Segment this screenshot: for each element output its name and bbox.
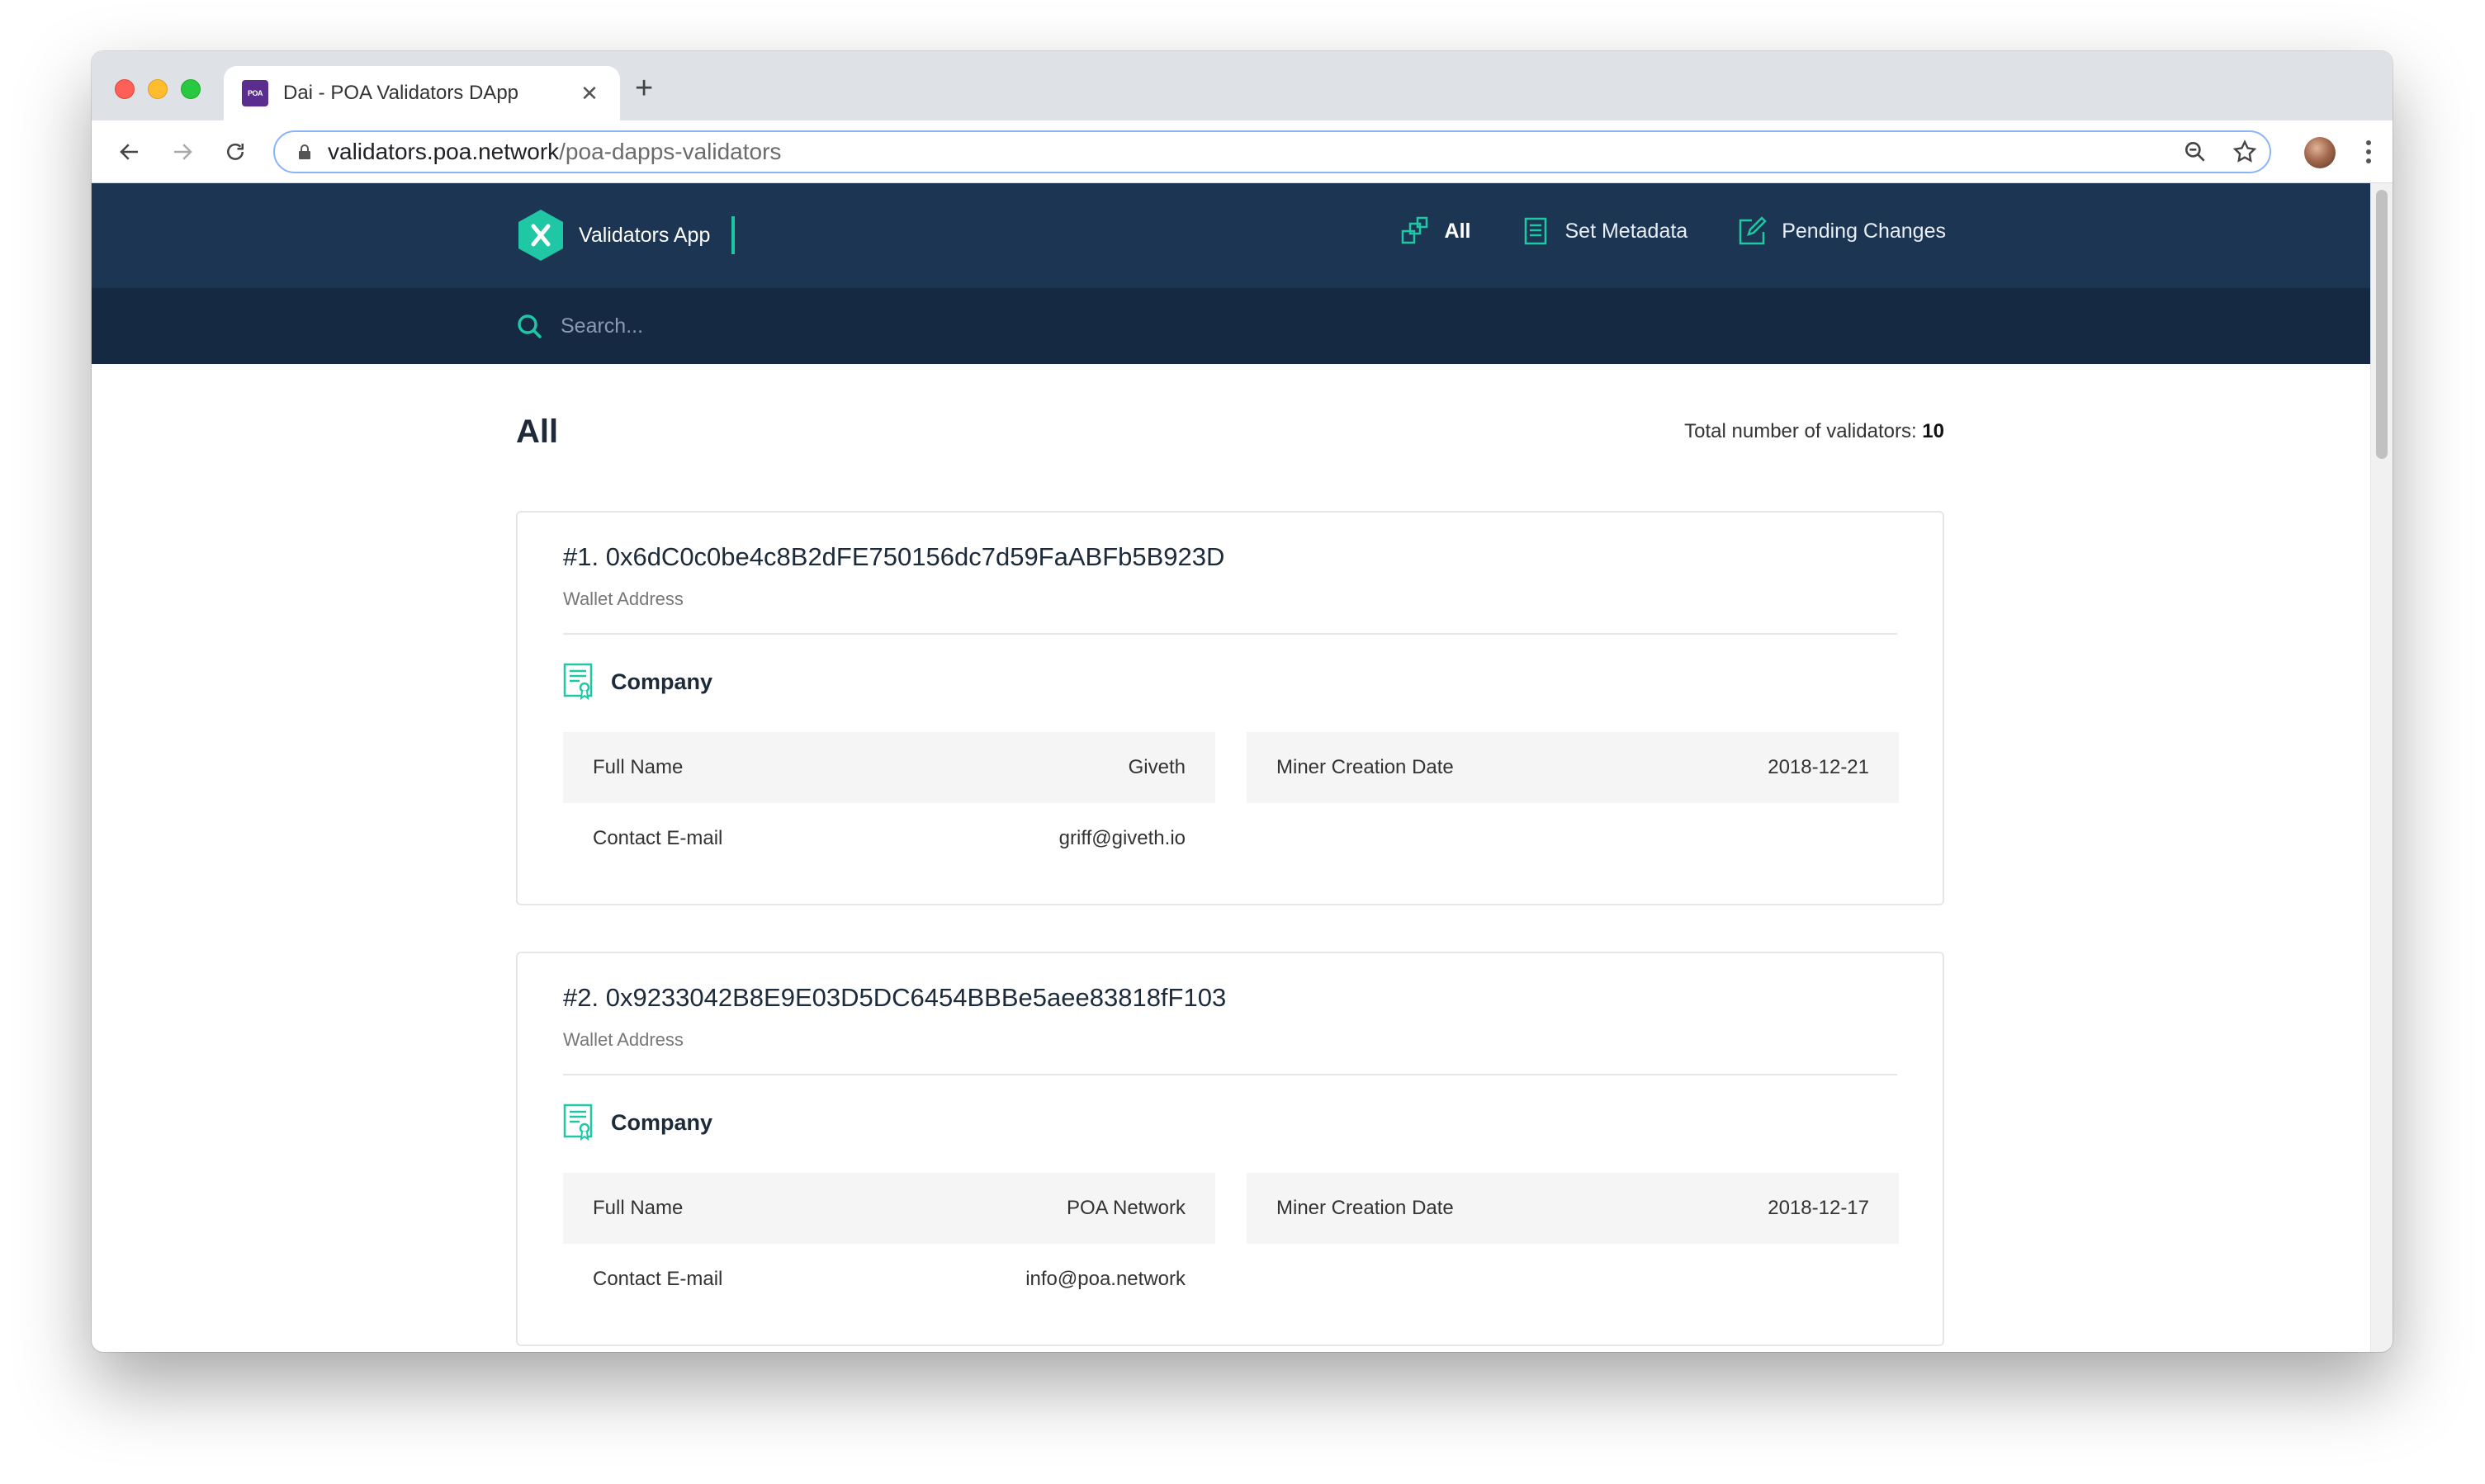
total-value: 10 [1922, 420, 1944, 442]
logo-hexagon-icon [518, 210, 563, 261]
search-icon [518, 314, 542, 338]
tab-close-icon[interactable]: ✕ [577, 81, 602, 106]
company-section-header: Company [563, 663, 712, 701]
validators-app: Validators App All Set Metadata Pending … [92, 183, 2370, 1352]
logo-text: Validators App [579, 223, 711, 247]
reload-icon[interactable] [220, 137, 250, 167]
contact-email-label: Contact E-mail [593, 827, 723, 849]
wallet-address-label: Wallet Address [563, 1029, 684, 1050]
maximize-window-button[interactable] [181, 79, 201, 99]
nav-pending-changes[interactable]: Pending Changes [1737, 216, 1946, 246]
card-divider [563, 633, 1897, 635]
company-section-label: Company [611, 1109, 713, 1135]
app-logo[interactable]: Validators App [516, 208, 736, 262]
miner-creation-date-label: Miner Creation Date [1276, 756, 1454, 778]
miner-creation-date-label: Miner Creation Date [1276, 1197, 1454, 1219]
miner-creation-date-value: 2018-12-21 [1768, 756, 1869, 778]
company-certificate-icon [563, 663, 593, 701]
card-divider [563, 1074, 1897, 1075]
full-name-row: Full Name POA Network [563, 1173, 1215, 1244]
profile-avatar[interactable] [2304, 137, 2336, 168]
validator-card: #2. 0x9233042B8E9E03D5DC6454BBBe5aee8381… [516, 952, 1944, 1346]
miner-creation-date-value: 2018-12-17 [1768, 1197, 1869, 1219]
tab-title: Dai - POA Validators DApp [283, 82, 519, 104]
forward-icon[interactable] [168, 137, 197, 167]
nav-set-metadata-label: Set Metadata [1564, 219, 1688, 243]
nav-all-label: All [1444, 219, 1471, 243]
full-name-label: Full Name [593, 756, 684, 778]
scrollbar-thumb[interactable] [2376, 190, 2388, 459]
full-name-row: Full Name Giveth [563, 732, 1215, 803]
nav-all[interactable]: All [1400, 216, 1471, 246]
browser-tab[interactable]: POA Dai - POA Validators DApp ✕ [224, 66, 620, 121]
full-name-label: Full Name [593, 1197, 684, 1219]
search-bar [92, 288, 2370, 364]
browser-toolbar: validators.poa.network/poa-dapps-validat… [92, 121, 2393, 183]
page-title: All [516, 414, 559, 450]
miner-creation-date-row: Miner Creation Date 2018-12-17 [1247, 1173, 1899, 1244]
full-name-value: Giveth [1128, 756, 1186, 778]
page-scrollbar[interactable] [2370, 183, 2393, 1352]
back-icon[interactable] [115, 137, 144, 167]
search-input[interactable] [561, 306, 1386, 346]
validator-address: #2. 0x9233042B8E9E03D5DC6454BBBe5aee8381… [563, 983, 1227, 1012]
address-bar[interactable]: validators.poa.network/poa-dapps-validat… [273, 130, 2271, 173]
nav-pending-changes-label: Pending Changes [1782, 219, 1946, 243]
company-section-header: Company [563, 1104, 712, 1141]
zoom-icon[interactable] [2182, 139, 2208, 165]
tab-bar: POA Dai - POA Validators DApp ✕ + [92, 51, 2393, 121]
document-list-icon [1524, 217, 1546, 245]
lock-icon [299, 144, 310, 159]
nav-set-metadata[interactable]: Set Metadata [1521, 216, 1688, 246]
total-label: Total number of validators: [1684, 420, 1917, 442]
contact-email-row: Contact E-mail griff@giveth.io [563, 803, 1215, 874]
contact-email-value: griff@giveth.io [1058, 827, 1186, 849]
close-window-button[interactable] [115, 79, 135, 99]
contact-email-value: info@poa.network [1025, 1268, 1186, 1290]
url-text: validators.poa.network/poa-dapps-validat… [328, 139, 782, 164]
main-nav: All Set Metadata Pending Changes [1400, 216, 1946, 246]
contact-email-label: Contact E-mail [593, 1268, 723, 1290]
app-header: Validators App All Set Metadata Pending … [92, 183, 2370, 288]
browser-window: POA Dai - POA Validators DApp ✕ + valida… [92, 51, 2393, 1352]
total-validators: Total number of validators: 10 [1684, 420, 1944, 443]
company-certificate-icon [563, 1104, 593, 1141]
validator-address: #1. 0x6dC0c0be4c8B2dFE750156dc7d59FaABFb… [563, 542, 1225, 571]
poa-favicon-icon: POA [242, 80, 268, 106]
wallet-address-label: Wallet Address [563, 588, 684, 609]
logo-divider [731, 216, 736, 254]
validator-card: #1. 0x6dC0c0be4c8B2dFE750156dc7d59FaABFb… [516, 511, 1944, 905]
bookmark-star-icon[interactable] [2232, 139, 2258, 165]
contact-email-row: Contact E-mail info@poa.network [563, 1244, 1215, 1315]
company-section-label: Company [611, 669, 713, 694]
edit-icon [1739, 216, 1767, 245]
minimize-window-button[interactable] [148, 79, 168, 99]
browser-menu-icon[interactable] [2354, 137, 2383, 167]
full-name-value: POA Network [1066, 1197, 1186, 1219]
miner-creation-date-row: Miner Creation Date 2018-12-21 [1247, 732, 1899, 803]
new-tab-icon[interactable]: + [635, 73, 653, 104]
validators-icon [1401, 216, 1427, 244]
